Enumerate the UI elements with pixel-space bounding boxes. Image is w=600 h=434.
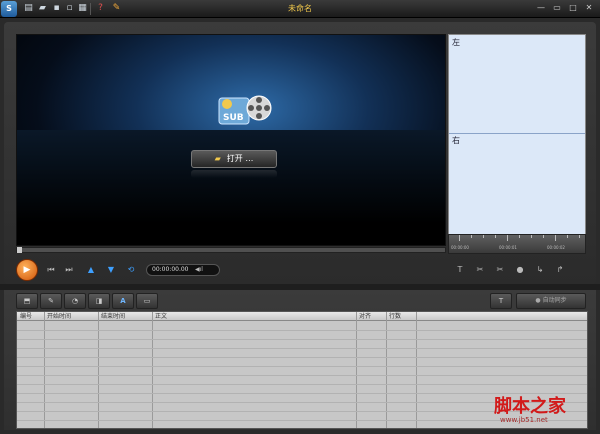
text-tool-icon[interactable]: T [452,263,468,277]
folder-icon: ▰ [214,154,221,163]
ruler-tick [495,235,496,238]
timecode-display: 00:00:00.00 ◀ıl [146,264,220,276]
ruler-tick [471,235,472,238]
minimize-button[interactable]: — [534,2,548,14]
maximize-button[interactable]: □ [566,2,580,14]
column-header-index[interactable]: 编号 [17,312,44,321]
product-logo-text: SUB [223,113,244,123]
column-header-text[interactable]: 正文 [152,312,352,321]
video-preview[interactable]: SUB ▰ 打开 … [16,34,446,246]
next-icon[interactable]: ⏭ [62,264,76,276]
open-button-reflection [191,170,277,178]
column-header-lines[interactable]: 行数 [386,312,416,321]
ruler-tick [555,235,556,241]
ruler-tick [459,235,460,241]
column-header-start[interactable]: 开始时间 [44,312,98,321]
restore-button[interactable]: ▭ [550,2,564,14]
table-row[interactable] [17,357,587,358]
mark-out-icon[interactable]: ↱ [552,263,568,277]
table-header: 编号 开始时间 结束时间 正文 对齐 行数 [17,312,587,321]
channel-panel[interactable]: 左 右 [448,34,586,244]
title-bar: S ▤ ▰ ▪ ▫ ▦ ? ✎ 未命名 — ▭ □ ✕ [0,0,600,18]
save-as-icon[interactable]: ▫ [63,2,76,15]
settings-wrench-icon[interactable]: ✎ [110,2,123,15]
open-folder-icon[interactable]: ▰ [36,2,49,15]
ruler-tick [543,235,544,238]
split-icon[interactable]: ✂ [492,263,508,277]
ruler-label: 00:00:00 [451,245,469,250]
text-style-icon[interactable]: T [490,293,512,309]
cut-icon[interactable]: ✂ [472,263,488,277]
ruler-tick [579,235,580,238]
app-logo-icon[interactable]: S [1,1,17,17]
open-file-button[interactable]: ▰ 打开 … [191,150,277,168]
save-icon[interactable]: ▪ [50,2,63,15]
table-row[interactable] [17,330,587,331]
channel-divider [449,133,585,134]
watermark-url: www.jb51.net [500,416,548,424]
ruler-tick [531,235,532,238]
waveform-ruler[interactable]: 00:00:00 00:00:01 00:00:02 [448,234,586,254]
ruler-tick [519,235,520,238]
column-header-end[interactable]: 结束时间 [98,312,152,321]
column-header-align[interactable]: 对齐 [356,312,386,321]
help-icon[interactable]: ? [94,2,107,15]
edit-icon[interactable]: ✎ [40,293,62,309]
table-row[interactable] [17,384,587,385]
record-icon[interactable]: ● [512,263,528,277]
timeline-icon[interactable]: ⬒ [16,293,38,309]
subtitle-box-icon[interactable]: ▭ [136,293,158,309]
print-icon[interactable]: ▦ [76,2,89,15]
seek-handle[interactable] [17,247,22,253]
ruler-label: 00:00:02 [547,245,565,250]
font-icon[interactable]: A [112,293,134,309]
auto-sync-button[interactable]: ● 自动同步 [516,293,586,309]
ruler-tick [507,235,508,241]
video-floor [17,130,445,245]
toolbar-separator [90,3,91,15]
left-channel-label: 左 [452,38,460,47]
window-title: 未命名 [288,4,312,13]
watermark-logo: 脚本之家 [494,396,566,417]
loop-icon[interactable]: ⟲ [124,264,138,276]
table-row[interactable] [17,375,587,376]
open-file-label: 打开 … [226,154,254,163]
table-row[interactable] [17,348,587,349]
right-channel-label: 右 [452,136,460,145]
product-logo-icon: SUB [218,95,272,125]
close-button[interactable]: ✕ [582,2,596,14]
timecode-text: 00:00:00.00 [152,266,189,273]
ruler-label: 00:00:01 [499,245,517,250]
volume-icon[interactable]: ◀ıl [195,265,203,275]
prev-icon[interactable]: ⏮ [44,264,58,276]
ruler-tick [567,235,568,238]
mark-in-icon[interactable]: ↳ [532,263,548,277]
layout-icon[interactable]: ◨ [88,293,110,309]
play-button[interactable]: ▶ [16,259,38,281]
new-icon[interactable]: ▤ [22,2,35,15]
up-arrow-icon[interactable]: ▲ [84,264,98,276]
time-shift-icon[interactable]: ◔ [64,293,86,309]
table-row[interactable] [17,366,587,367]
seek-bar[interactable] [16,247,446,253]
down-arrow-icon[interactable]: ▼ [104,264,118,276]
ruler-tick [483,235,484,238]
table-row[interactable] [17,339,587,340]
